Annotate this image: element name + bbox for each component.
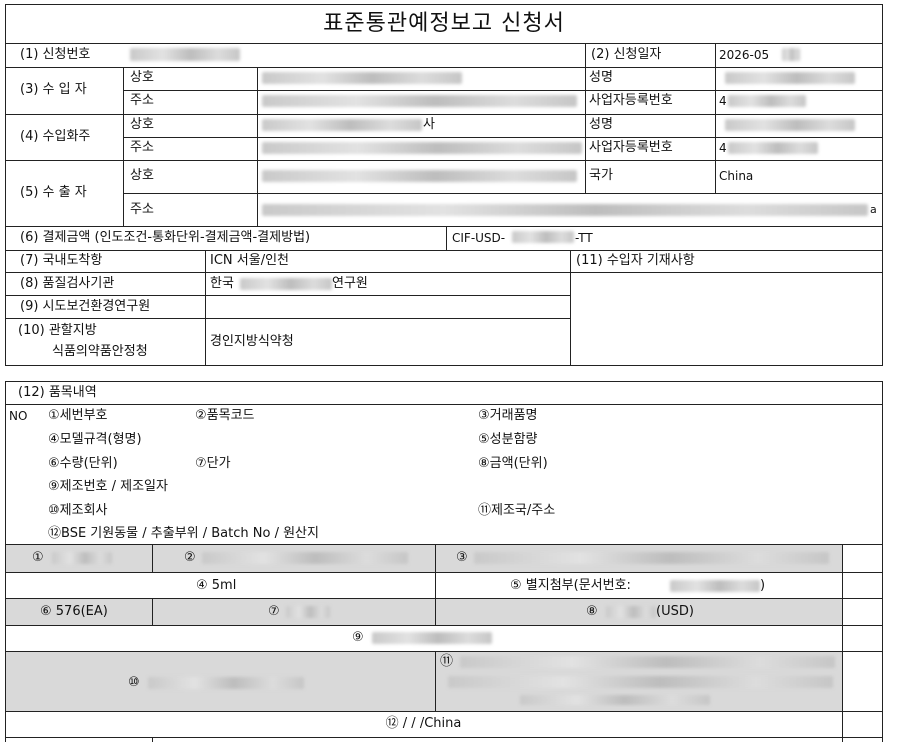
legend-c3: ③거래품명 (478, 408, 538, 423)
item-model-spec: ④ 5ml (196, 578, 237, 593)
item-attachment-suffix: ) (760, 578, 766, 593)
exporter-country-value: China (719, 169, 754, 183)
item-origin-address-marker: ⑪ (440, 654, 454, 669)
payment-value-prefix: CIF-USD- (452, 231, 506, 245)
legend-c5: ⑤성분함량 (478, 432, 538, 447)
owner-address-value (262, 142, 582, 154)
items-section-label: (12) 품목내역 (18, 385, 97, 400)
importer-trade-name-value (262, 72, 462, 84)
legend-c1: ①세번부호 (48, 408, 108, 423)
legend-c8: ⑧금액(단위) (478, 456, 548, 471)
legend-c6: ⑥수량(단위) (48, 456, 118, 471)
provincial-lab-label: (9) 시도보건환경연구원 (20, 299, 151, 314)
item-manufacturer-value (148, 677, 304, 689)
payment-amount-value (512, 231, 574, 243)
application-number-value (130, 48, 240, 61)
item-quantity: ⑥ 576(EA) (40, 604, 108, 619)
legend-c11: ⑪제조국/주소 (478, 503, 556, 518)
item-mfg-number-marker: ⑨ (352, 630, 364, 645)
item-amount-value (606, 606, 656, 618)
importer-address-label: 주소 (130, 93, 154, 108)
inspection-value-suffix: 연구원 (332, 276, 368, 291)
owner-rep-name-label: 성명 (589, 117, 613, 132)
item-attachment-prefix: ⑤ 별지첨부(문서번호: (510, 578, 631, 593)
item-hs-code-marker: ① (32, 550, 44, 565)
importer-label: (3) 수 입 자 (20, 82, 87, 97)
owner-biz-reg-prefix: 4 (719, 141, 727, 155)
item-origin-address-line1 (460, 656, 835, 668)
owner-address-label: 주소 (130, 140, 154, 155)
owner-trade-name-label: 상호 (130, 117, 154, 132)
form-title: 표준통관예정보고 신청서 (323, 11, 565, 36)
exporter-address-value (262, 204, 868, 216)
inspection-value-prefix: 한국 (210, 276, 234, 291)
application-number-label: (1) 신청번호 (20, 47, 91, 62)
item-unit-price-value (286, 606, 330, 618)
item-hs-code-value (52, 552, 112, 564)
owner-rep-name-value (725, 119, 855, 131)
legend-c10: ⑩제조회사 (48, 503, 108, 518)
item-trade-name-marker: ③ (456, 550, 468, 565)
application-date-value: 2026-05 (719, 48, 770, 62)
exporter-address-suffix: a (870, 203, 877, 216)
item-manufacturer-marker: ⑩ (128, 675, 140, 690)
owner-label: (4) 수입화주 (20, 129, 91, 144)
importer-biz-reg-prefix: 4 (719, 94, 727, 108)
exporter-label: (5) 수 출 자 (20, 185, 87, 200)
item-attachment-doc-no (670, 580, 760, 592)
item-trade-name-value (474, 552, 829, 564)
importer-rep-name-value (725, 72, 855, 84)
item-bse-info: ⑫ / / /China (385, 716, 462, 731)
jurisdiction-label-line2: 식품의약품안정청 (52, 344, 148, 359)
inspection-label: (8) 품질검사기관 (20, 276, 115, 291)
exporter-trade-name-value (262, 170, 577, 182)
legend-c12: ⑫BSE 기원동물 / 추출부위 / Batch No / 원산지 (48, 526, 319, 541)
item-product-code-marker: ② (184, 550, 196, 565)
importer-address-value (262, 95, 577, 107)
items-no-label: NO (9, 409, 28, 423)
item-unit-price-marker: ⑦ (268, 604, 280, 619)
item-amount-unit: (USD) (656, 604, 694, 619)
item-mfg-number-value (372, 632, 492, 644)
importer-biz-reg-label: 사업자등록번호 (589, 93, 673, 108)
payment-value-suffix: -TT (575, 231, 593, 245)
inspection-value (240, 278, 332, 290)
item-amount-marker: ⑧ (586, 604, 598, 619)
importer-biz-reg-value (728, 95, 806, 107)
legend-c2: ②품목코드 (195, 408, 255, 423)
exporter-trade-name-label: 상호 (130, 168, 154, 183)
legend-c4: ④모델규격(형명) (48, 432, 142, 447)
owner-biz-reg-label: 사업자등록번호 (589, 140, 673, 155)
arrival-port-label: (7) 국내도착항 (20, 253, 103, 268)
exporter-address-label: 주소 (130, 202, 154, 217)
exporter-country-label: 국가 (589, 168, 613, 183)
arrival-port-value: ICN 서울/인천 (210, 253, 289, 268)
owner-name-suffix: 사 (423, 117, 435, 132)
application-date-label: (2) 신청일자 (591, 47, 662, 62)
jurisdiction-label-line1: (10) 관할지방 (18, 323, 97, 338)
item-origin-address-line2 (448, 676, 833, 688)
item-origin-address-line3 (520, 695, 710, 705)
importer-rep-name-label: 성명 (589, 70, 613, 85)
payment-label: (6) 결제금액 (인도조건-통화단위-결제금액-결제방법) (20, 230, 311, 245)
importer-notes-label: (11) 수입자 기재사항 (576, 253, 695, 268)
legend-c7: ⑦단가 (195, 456, 231, 471)
owner-trade-name-value (262, 119, 422, 131)
legend-c9: ⑨제조번호 / 제조일자 (48, 479, 168, 494)
jurisdiction-value: 경인지방식약청 (210, 334, 294, 349)
item-product-code-value (202, 552, 408, 564)
owner-biz-reg-value (728, 142, 818, 154)
importer-trade-name-label: 상호 (130, 70, 154, 85)
